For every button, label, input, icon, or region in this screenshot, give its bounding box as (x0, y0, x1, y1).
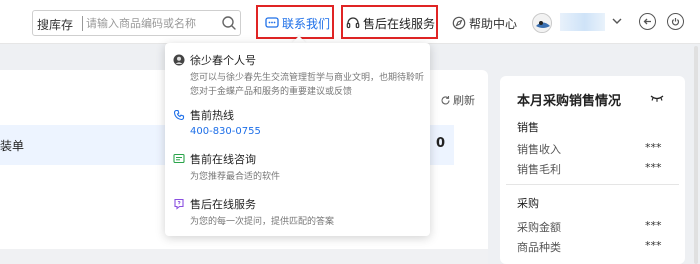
search-input[interactable] (86, 14, 214, 32)
purchase-amount-label: 采购金额 (517, 221, 561, 234)
founder-title: 徐少春个人号 (190, 54, 256, 67)
chat-icon (265, 17, 279, 28)
refresh-icon (441, 95, 450, 104)
scrollbar[interactable] (694, 46, 698, 264)
panel-title: 本月采购销售情况 (517, 94, 622, 109)
search-box[interactable]: 搜库存 (32, 10, 241, 36)
refresh-label: 刷新 (453, 94, 475, 107)
dropdown-item-presales-consult[interactable]: 售前在线咨询 为您推荐最合适的软件 (173, 151, 430, 184)
phone-icon (173, 109, 185, 121)
presales-consult-title: 售前在线咨询 (190, 153, 256, 166)
avatar-image (534, 15, 551, 32)
dropdown-item-presales-hotline[interactable]: 售前热线 400-830-0755 (173, 107, 261, 137)
sales-margin-value: *** (645, 161, 662, 174)
sales-section-title: 销售 (517, 121, 539, 134)
sales-revenue-label: 销售收入 (517, 143, 561, 156)
support-icon (174, 198, 184, 210)
aftersales-title: 售后在线服务 (190, 198, 256, 211)
top-bar: 搜库存 联系我们 售后在线服务 帮助中心 (0, 0, 700, 44)
refresh-button[interactable]: 刷新 (440, 92, 475, 108)
row-value: 0 (436, 136, 446, 151)
search-divider (82, 16, 83, 31)
hotline-title: 售前热线 (190, 109, 234, 122)
power-icon (671, 18, 680, 26)
sales-revenue-value: *** (645, 141, 662, 154)
after-sales-service-button[interactable]: 售后在线服务 (346, 8, 435, 38)
product-types-value: *** (645, 239, 662, 252)
headset-icon (346, 17, 360, 29)
compass-icon (452, 16, 466, 30)
contact-us-label: 联系我们 (282, 16, 331, 31)
aftersales-description: 为您的每一次提问，提供匹配的答案 (190, 217, 335, 227)
chevron-down-icon[interactable] (611, 15, 623, 27)
dropdown-item-founder[interactable]: 徐少春个人号 您可以与徐少春先生交流管理哲学与商业文明，也期待聆听您对于金蝶产品… (173, 52, 430, 99)
eye-closed-icon[interactable] (650, 93, 664, 103)
message-icon (173, 153, 185, 164)
hotline-number[interactable]: 400-830-0755 (190, 126, 261, 137)
purchase-section-title: 采购 (517, 197, 539, 210)
sales-margin-label: 销售毛利 (517, 163, 561, 176)
logout-button[interactable] (667, 13, 684, 30)
help-center-label: 帮助中心 (469, 16, 518, 31)
founder-avatar-icon (173, 54, 185, 66)
dropdown-item-aftersales[interactable]: 售后在线服务 为您的每一次提问，提供匹配的答案 (173, 196, 430, 229)
search-icon[interactable] (221, 15, 237, 31)
search-scope-selector[interactable]: 搜库存 (37, 16, 73, 33)
contact-us-button[interactable]: 联系我们 (265, 8, 330, 38)
username-blurred (560, 13, 605, 31)
after-sales-service-label: 售后在线服务 (363, 16, 436, 31)
back-button[interactable] (639, 13, 656, 30)
section-divider (506, 184, 679, 185)
content-divider (0, 249, 488, 264)
founder-description: 您可以与徐少春先生交流管理哲学与商业文明，也期待聆听您对于金蝶产品和服务的重要建… (190, 73, 425, 97)
arrow-left-icon (643, 18, 651, 25)
avatar[interactable] (532, 13, 552, 33)
purchase-amount-value: *** (645, 219, 662, 232)
row-label: 装单 (0, 139, 25, 153)
presales-consult-description: 为您推荐最合适的软件 (190, 172, 281, 182)
help-center-button[interactable]: 帮助中心 (452, 8, 517, 38)
product-types-label: 商品种类 (517, 241, 561, 254)
